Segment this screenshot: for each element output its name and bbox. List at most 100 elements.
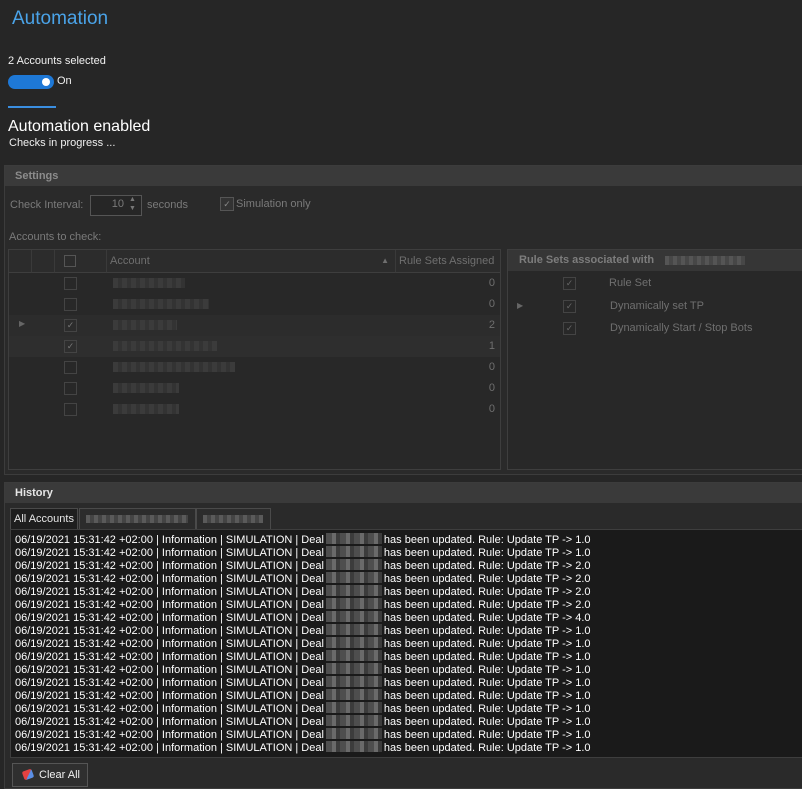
seconds-label: seconds (147, 199, 188, 211)
table-row[interactable]: 0 (9, 357, 500, 378)
rule-set-checkbox[interactable]: ✓ (563, 300, 576, 313)
log-line: 06/19/2021 15:31:42 +02:00 | Information… (15, 728, 591, 741)
row-checkbox[interactable] (64, 403, 77, 416)
select-all-header[interactable] (55, 250, 107, 273)
deal-id-redacted (325, 637, 382, 648)
clear-all-label: Clear All (39, 769, 80, 781)
account-column-header[interactable]: Account ▲ (107, 250, 396, 273)
rule-sets-count: 0 (488, 403, 495, 415)
deal-id-redacted (325, 572, 382, 583)
account-name-redacted (113, 341, 217, 351)
sort-asc-icon: ▲ (381, 256, 389, 265)
row-checkbox[interactable] (64, 382, 77, 395)
row-indicator-icon: ▶ (517, 301, 524, 310)
spin-up-icon[interactable]: ▲ (129, 196, 136, 203)
row-checkbox[interactable]: ✓ (64, 319, 77, 332)
account-name-redacted (113, 320, 177, 330)
rule-sets-assigned-label: Rule Sets Assigned (399, 255, 495, 267)
table-row[interactable]: 0 (9, 273, 500, 294)
list-item[interactable]: ▶ ✓ Dynamically set TP (508, 296, 802, 317)
accounts-selected-text: 2 Accounts selected (8, 55, 106, 67)
rule-sets-header-label: Rule Sets associated with (519, 254, 655, 266)
account-name-redacted (86, 515, 188, 523)
row-checkbox[interactable] (64, 361, 77, 374)
log-line: 06/19/2021 15:31:42 +02:00 | Information… (15, 650, 591, 663)
rule-set-name: Dynamically set TP (610, 300, 704, 312)
deal-id-redacted (325, 663, 382, 674)
row-checkbox[interactable] (64, 277, 77, 290)
check-interval-label: Check Interval: (10, 199, 84, 211)
row-checkbox[interactable] (64, 298, 77, 311)
spin-down-icon[interactable]: ▼ (129, 205, 136, 212)
rule-set-select-all-checkbox[interactable]: ✓ (563, 277, 576, 290)
simulation-checkbox[interactable]: ✓ (220, 197, 234, 211)
clear-all-button[interactable]: Clear All (12, 763, 88, 787)
toggle-label: On (57, 75, 72, 87)
accounts-to-check-label: Accounts to check: (9, 231, 102, 243)
rule-sets-panel: Rule Sets associated with ✓ Rule Set ▶ ✓… (507, 249, 802, 470)
row-checkbox[interactable]: ✓ (64, 340, 77, 353)
deal-id-redacted (325, 702, 382, 713)
account-name-redacted (113, 299, 209, 309)
simulation-label: Simulation only (236, 198, 311, 210)
automation-toggle[interactable] (8, 75, 54, 89)
account-name-redacted (113, 383, 179, 393)
tab-account-redacted[interactable] (79, 508, 196, 529)
log-message: has been updated. Rule: Update TP -> 1.0 (383, 742, 591, 754)
rule-sets-count: 1 (488, 340, 495, 352)
log-line: 06/19/2021 15:31:42 +02:00 | Information… (15, 663, 591, 676)
deal-id-redacted (325, 533, 382, 544)
status-title: Automation enabled (8, 118, 151, 135)
rule-set-column-header[interactable]: Rule Set (609, 273, 651, 293)
table-row[interactable]: 0 (9, 378, 500, 399)
log-line: 06/19/2021 15:31:42 +02:00 | Information… (15, 598, 591, 611)
row-indicator-icon: ▶ (19, 319, 26, 328)
table-row[interactable]: 0 (9, 294, 500, 315)
deal-id-redacted (325, 611, 382, 622)
deal-id-redacted (325, 715, 382, 726)
account-name-redacted (113, 362, 235, 372)
deal-id-redacted (325, 598, 382, 609)
deal-id-redacted (325, 650, 382, 661)
log-line: 06/19/2021 15:31:42 +02:00 | Information… (15, 715, 591, 728)
log-prefix: 06/19/2021 15:31:42 +02:00 | Information… (15, 742, 324, 754)
grid-spacer-header (32, 250, 55, 273)
history-log[interactable]: 06/19/2021 15:31:42 +02:00 | Information… (10, 529, 802, 758)
account-column-label: Account (110, 255, 150, 267)
deal-id-redacted (325, 741, 382, 752)
deal-id-redacted (325, 676, 382, 687)
account-name-redacted (203, 515, 263, 523)
select-all-checkbox[interactable] (64, 255, 76, 267)
check-interval-value: 10 (111, 198, 124, 210)
rule-sets-count: 0 (488, 298, 495, 310)
rule-sets-assigned-header[interactable]: Rule Sets Assigned (396, 250, 500, 273)
log-line: 06/19/2021 15:31:42 +02:00 | Information… (15, 689, 591, 702)
list-item[interactable]: ✓ Dynamically Start / Stop Bots (508, 318, 802, 339)
log-line: 06/19/2021 15:31:42 +02:00 | Information… (15, 611, 591, 624)
table-row[interactable]: 0 (9, 399, 500, 420)
deal-id-redacted (325, 546, 382, 557)
log-line: 06/19/2021 15:31:42 +02:00 | Information… (15, 585, 591, 598)
log-line: 06/19/2021 15:31:42 +02:00 | Information… (15, 702, 591, 715)
page-title: Automation (12, 8, 109, 29)
tab-account-redacted[interactable] (196, 508, 271, 529)
grid-indicator-header (9, 250, 32, 273)
log-line: 06/19/2021 15:31:42 +02:00 | Information… (15, 533, 591, 546)
deal-id-redacted (325, 689, 382, 700)
status-subtitle: Checks in progress ... (9, 137, 116, 149)
log-line: 06/19/2021 15:31:42 +02:00 | Information… (15, 741, 591, 754)
account-name-redacted (665, 256, 745, 265)
rule-sets-header: Rule Sets associated with (508, 250, 802, 271)
rule-set-checkbox[interactable]: ✓ (563, 322, 576, 335)
deal-id-redacted (325, 559, 382, 570)
rule-sets-count: 0 (488, 361, 495, 373)
status-divider (8, 106, 56, 108)
log-line: 06/19/2021 15:31:42 +02:00 | Information… (15, 546, 591, 559)
table-row[interactable]: ✓ 1 (9, 336, 500, 357)
log-line: 06/19/2021 15:31:42 +02:00 | Information… (15, 637, 591, 650)
tab-all-accounts[interactable]: All Accounts (10, 508, 78, 529)
table-row[interactable]: ▶ ✓ 2 (9, 315, 500, 336)
deal-id-redacted (325, 624, 382, 635)
deal-id-redacted (325, 728, 382, 739)
accounts-grid: Account ▲ Rule Sets Assigned 0 0 ▶ ✓ 2 ✓… (8, 249, 501, 470)
